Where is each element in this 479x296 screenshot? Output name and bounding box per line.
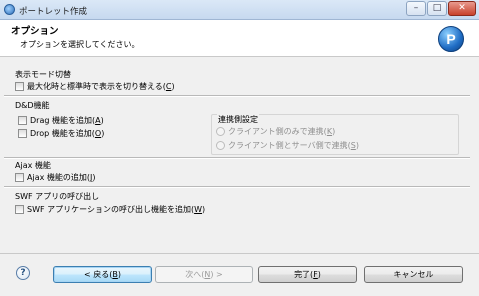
display-mode-label: 表示モード切替 [15,70,71,79]
cancel-button[interactable]: キャンセル [364,266,463,283]
portlet-logo-icon: P [438,26,464,52]
client-only-label: クライアント側のみで連携(K) [228,127,336,136]
display-mode-option-label: 最大化時と標準時で表示を切り替える(C) [27,82,175,91]
ajax-label: Ajax 機能 [15,161,51,170]
ajax-option-label: Ajax 機能の追加(J) [27,173,96,182]
drop-checkbox[interactable]: Drop 機能を追加(O) [18,128,104,139]
wizard-footer: ? < 戻る(B) 次へ(N) > 完了(F) キャンセル [0,253,479,296]
back-button[interactable]: < 戻る(B) [53,266,152,283]
link-side-legend: 連携側設定 [217,114,259,125]
radio-circle[interactable] [216,127,225,136]
swf-option-label: SWF アプリケーションの呼び出し機能を追加(W) [27,205,206,214]
drag-checkbox[interactable]: Drag 機能を追加(A) [18,115,104,126]
client-server-label: クライアント側とサーバ側で連携(S) [228,141,359,150]
wizard-header: オプション オプションを選択してください。 P [0,20,479,57]
swf-label: SWF アプリの呼び出し [15,192,100,201]
checkbox-box[interactable] [15,173,24,182]
close-button[interactable]: ✕ [448,1,476,16]
checkbox-box[interactable] [18,116,27,125]
checkbox-box[interactable] [18,129,27,138]
display-mode-checkbox[interactable]: 最大化時と標準時で表示を切り替える(C) [15,81,175,92]
window-title: ポートレット作成 [19,7,88,17]
swf-checkbox[interactable]: SWF アプリケーションの呼び出し機能を追加(W) [15,204,205,215]
minimize-button[interactable]: – [406,1,426,16]
client-server-radio[interactable]: クライアント側とサーバ側で連携(S) [216,140,359,151]
client-only-radio[interactable]: クライアント側のみで連携(K) [216,126,335,137]
divider [4,157,470,159]
drop-option-label: Drop 機能を追加(O) [30,129,105,138]
app-icon [4,4,15,15]
finish-button[interactable]: 完了(F) [258,266,357,283]
checkbox-box[interactable] [15,82,24,91]
ajax-checkbox[interactable]: Ajax 機能の追加(J) [15,172,95,183]
help-icon[interactable]: ? [16,266,30,280]
window-title-bar[interactable]: ポートレット作成 – □ ✕ [0,0,479,20]
drag-option-label: Drag 機能を追加(A) [30,116,104,125]
page-description: オプションを選択してください。 [20,40,140,49]
next-button[interactable]: 次へ(N) > [155,266,253,283]
dnd-label: D&D機能 [15,101,50,110]
divider [4,186,470,188]
maximize-button[interactable]: □ [427,1,447,16]
page-title: オプション [11,26,59,37]
divider [4,95,470,97]
checkbox-box[interactable] [15,205,24,214]
radio-circle[interactable] [216,141,225,150]
